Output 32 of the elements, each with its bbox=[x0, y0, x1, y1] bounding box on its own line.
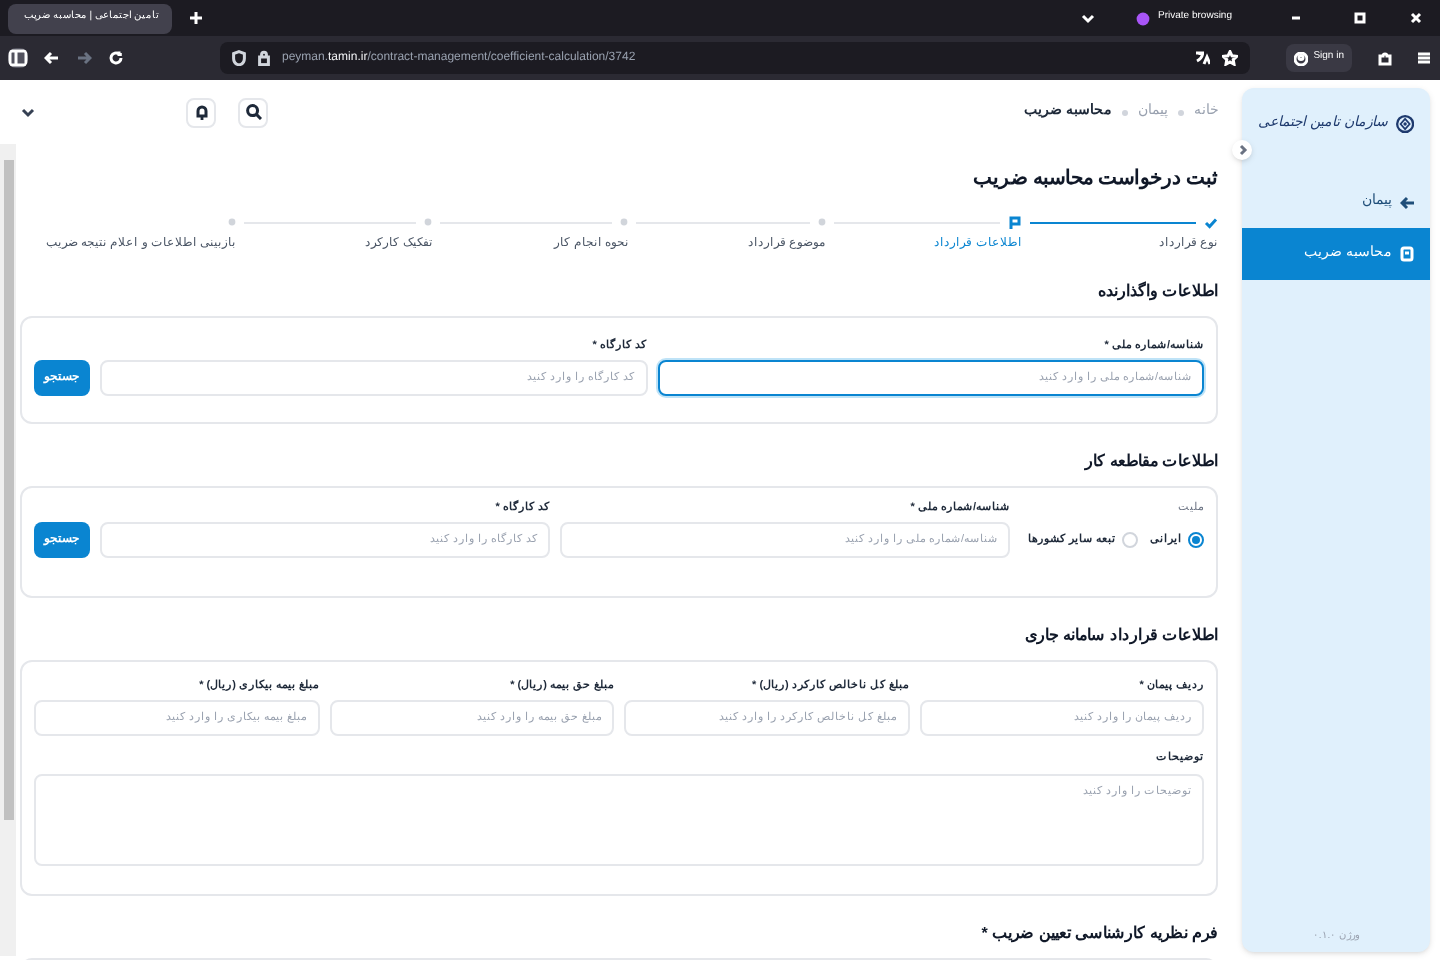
section-title: اطلاعات قرارداد سامانه جاری bbox=[1022, 624, 1218, 648]
star-icon[interactable] bbox=[1221, 50, 1238, 66]
search-button[interactable] bbox=[238, 97, 268, 127]
scrollbar[interactable] bbox=[0, 144, 16, 956]
bell-icon bbox=[193, 104, 209, 120]
menu-icon[interactable] bbox=[1416, 50, 1432, 66]
lock-icon bbox=[258, 50, 270, 66]
section-title: فرم نظریه کارشناسی تعیین ضریب * bbox=[979, 921, 1218, 945]
shield-icon bbox=[232, 50, 246, 66]
arrow-icon bbox=[1400, 195, 1414, 209]
mask-icon bbox=[1136, 11, 1151, 25]
radio-button[interactable] bbox=[1188, 532, 1204, 549]
close-icon[interactable] bbox=[1408, 10, 1424, 26]
back-icon[interactable] bbox=[44, 50, 60, 66]
sidebar-icon[interactable] bbox=[8, 48, 28, 68]
chevron-icon bbox=[1237, 144, 1247, 156]
account-icon bbox=[1293, 51, 1308, 65]
collapse-button[interactable] bbox=[1232, 140, 1252, 160]
document-icon bbox=[1400, 246, 1414, 262]
maximize-icon[interactable] bbox=[1352, 10, 1368, 26]
chevron-down-icon[interactable] bbox=[1080, 10, 1097, 26]
search-icon bbox=[245, 104, 261, 120]
extensions-icon[interactable] bbox=[1376, 50, 1392, 66]
reload-icon[interactable] bbox=[108, 50, 124, 66]
forward-icon[interactable] bbox=[76, 50, 92, 66]
translate-icon[interactable] bbox=[1193, 50, 1210, 66]
section-title: اطلاعات مقاطعه کار bbox=[1082, 450, 1218, 474]
page-title: ثبت درخواست محاسبه ضریب bbox=[971, 166, 1218, 194]
chevron-down-icon[interactable] bbox=[20, 104, 36, 120]
notification-button[interactable] bbox=[186, 97, 216, 127]
section-title: اطلاعات واگذارنده bbox=[1095, 280, 1218, 304]
new-tab-icon[interactable] bbox=[188, 10, 204, 26]
